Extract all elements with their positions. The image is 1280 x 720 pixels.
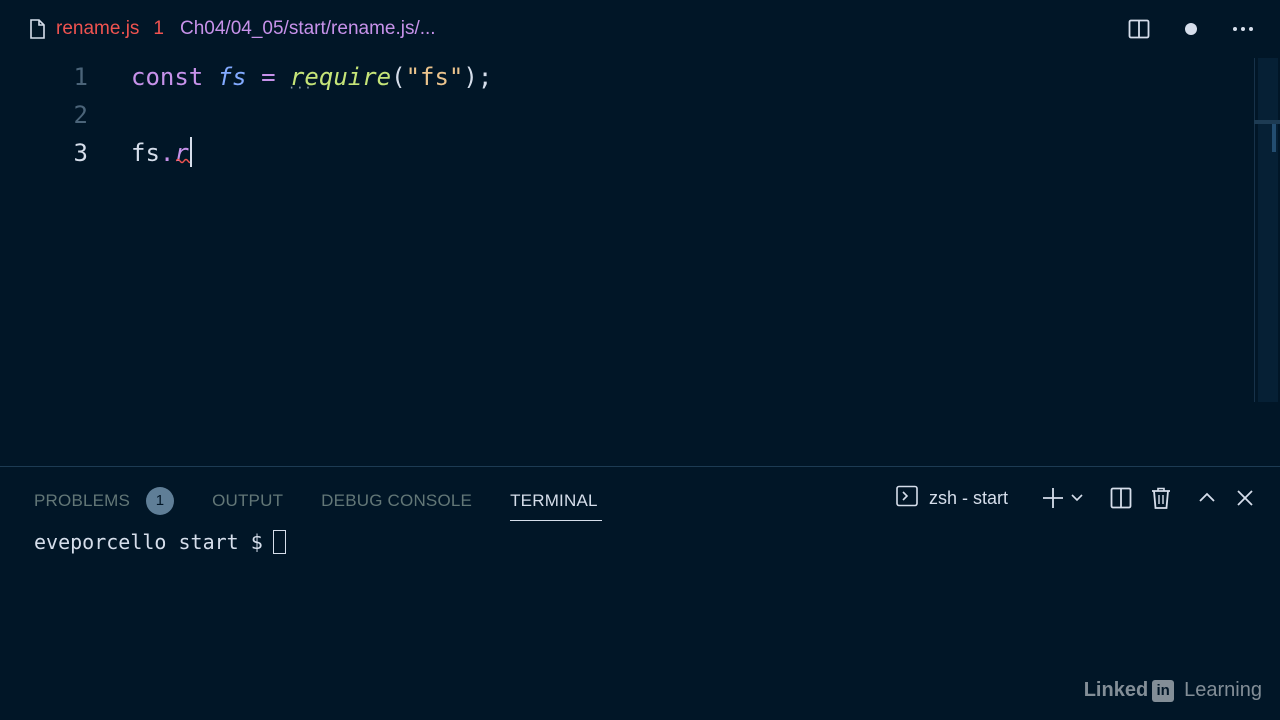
line-number: 2 xyxy=(73,101,88,129)
unsaved-dot-icon[interactable] xyxy=(1178,16,1204,42)
code-close: ); xyxy=(463,63,493,91)
code-object: fs xyxy=(131,139,160,167)
more-actions-icon[interactable] xyxy=(1230,16,1256,42)
tab-problems[interactable]: PROBLEMS 1 xyxy=(34,481,175,521)
code-editor[interactable]: 1 2 3 const fs = require ··· ("fs"); fs.r xyxy=(0,58,1280,466)
scroll-cursor-marker xyxy=(1272,124,1276,152)
code-open-paren: ( xyxy=(391,63,406,91)
code-operator: = xyxy=(261,63,276,91)
terminal-selector[interactable]: zsh - start xyxy=(895,484,1008,513)
code-typed-wrapper: r xyxy=(174,139,193,167)
code-string: "fs" xyxy=(405,63,464,91)
line-number-gutter: 1 2 3 xyxy=(0,58,110,466)
split-editor-icon[interactable] xyxy=(1126,16,1152,42)
line-number: 1 xyxy=(73,63,88,91)
scroll-position-marker xyxy=(1254,120,1280,124)
linkedin-learning-watermark: Linked in Learning xyxy=(1084,679,1262,702)
tab-problems-label: PROBLEMS xyxy=(34,491,131,510)
code-keyword: const xyxy=(131,63,204,91)
tab-error-count: 1 xyxy=(153,18,164,39)
tab-terminal[interactable]: TERMINAL xyxy=(510,481,602,521)
code-line-3: fs.r xyxy=(131,134,193,172)
plus-icon[interactable] xyxy=(1040,485,1066,511)
scroll-thumb[interactable] xyxy=(1258,58,1278,402)
panel-tabs: PROBLEMS 1 OUTPUT DEBUG CONSOLE TERMINAL xyxy=(34,481,636,521)
tab-filename: rename.js xyxy=(56,18,140,39)
panel-actions: zsh - start xyxy=(895,481,1258,515)
file-icon xyxy=(26,18,48,40)
tab-debug-console[interactable]: DEBUG CONSOLE xyxy=(321,481,472,521)
watermark-linked: Linked xyxy=(1083,679,1149,701)
tab-output[interactable]: OUTPUT xyxy=(212,481,283,521)
split-terminal-icon[interactable] xyxy=(1108,485,1134,511)
editor-scrollbar[interactable] xyxy=(1254,58,1280,402)
editor-tab-bar: rename.js 1 Ch04/04_05/start/rename.js/.… xyxy=(0,0,1280,58)
terminal-icon xyxy=(895,484,919,513)
code-function-wrapper: require ··· xyxy=(287,63,391,95)
editor-tab-rename-js[interactable]: rename.js 1 Ch04/04_05/start/rename.js/.… xyxy=(26,0,436,58)
hint-dots-icon: ··· xyxy=(287,81,313,95)
terminal-prompt: eveporcello start $ xyxy=(34,530,263,554)
tab-path: Ch04/04_05/start/rename.js/... xyxy=(180,18,436,39)
code-dot: . xyxy=(159,139,175,167)
chevron-down-icon[interactable] xyxy=(1068,485,1086,511)
code-line-1: const fs = require ··· ("fs"); xyxy=(131,58,492,96)
trash-icon[interactable] xyxy=(1148,485,1174,511)
watermark-learning: Learning xyxy=(1184,679,1262,701)
text-cursor xyxy=(189,137,192,167)
code-variable: fs xyxy=(217,63,247,91)
watermark-in: in xyxy=(1152,679,1175,702)
chevron-up-icon[interactable] xyxy=(1194,485,1220,511)
line-number-active: 3 xyxy=(73,139,88,167)
editor-actions xyxy=(1126,0,1256,58)
terminal-output[interactable]: eveporcello start $ xyxy=(34,527,286,557)
terminal-selector-label: zsh - start xyxy=(928,487,1008,508)
terminal-cursor xyxy=(272,530,286,554)
problems-count-badge: 1 xyxy=(146,487,175,515)
close-icon[interactable] xyxy=(1232,485,1258,511)
vscode-window: rename.js 1 Ch04/04_05/start/rename.js/.… xyxy=(0,0,1280,720)
